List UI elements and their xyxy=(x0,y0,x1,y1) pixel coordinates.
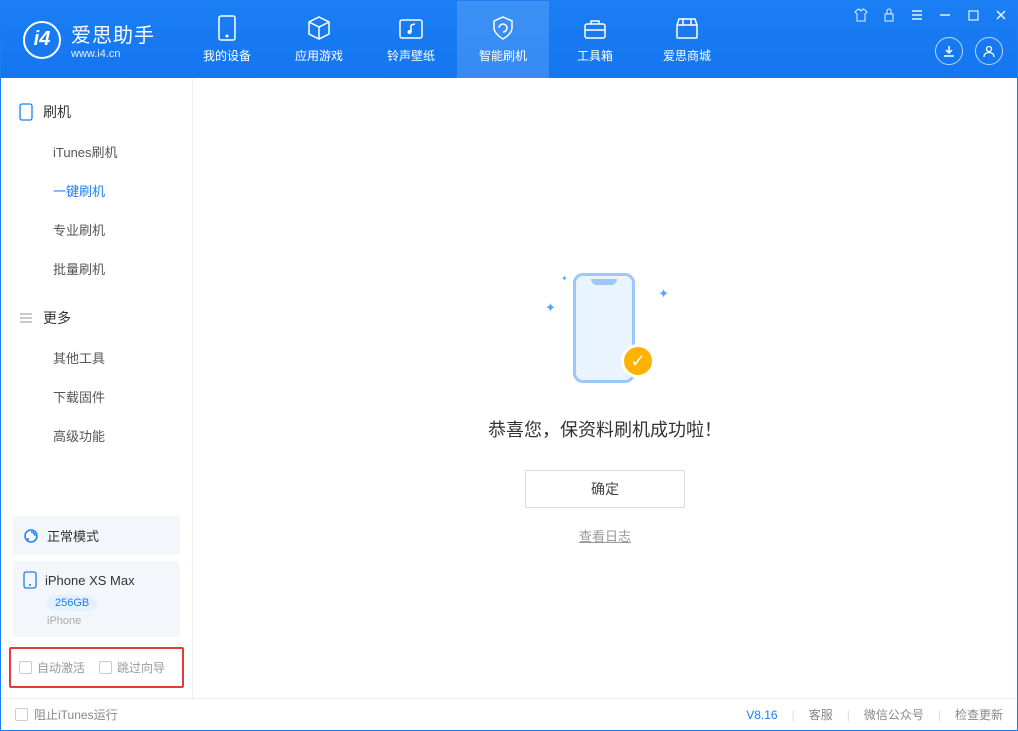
checkbox-label: 跳过向导 xyxy=(117,659,165,676)
device-type: iPhone xyxy=(47,615,170,627)
list-icon xyxy=(19,311,33,325)
mode-label: 正常模式 xyxy=(47,526,99,545)
nav-my-device[interactable]: 我的设备 xyxy=(181,1,273,78)
mode-box[interactable]: 正常模式 xyxy=(13,516,180,555)
ok-button[interactable]: 确定 xyxy=(525,470,685,508)
success-message: 恭喜您，保资料刷机成功啦！ xyxy=(488,416,722,442)
close-icon[interactable] xyxy=(993,7,1009,23)
device-icon xyxy=(214,15,240,41)
download-button[interactable] xyxy=(935,37,963,65)
footer-link-wechat[interactable]: 微信公众号 xyxy=(864,706,924,723)
nav-apps[interactable]: 应用游戏 xyxy=(273,1,365,78)
footer-link-update[interactable]: 检查更新 xyxy=(955,706,1003,723)
sidebar-scroll: 刷机 iTunes刷机 一键刷机 专业刷机 批量刷机 更多 其他工具 下载固件 … xyxy=(1,78,192,510)
app-subtitle: www.i4.cn xyxy=(71,48,155,60)
lock-icon[interactable] xyxy=(881,7,897,23)
nav-label: 我的设备 xyxy=(203,47,251,64)
group-label: 刷机 xyxy=(43,102,71,122)
nav-label: 爱思商城 xyxy=(663,47,711,64)
sidebar-group-more: 更多 xyxy=(1,298,192,338)
sidebar-item-oneclick-flash[interactable]: 一键刷机 xyxy=(1,171,192,210)
sparkle-icon: ✦ xyxy=(658,286,669,302)
sidebar-item-itunes-flash[interactable]: iTunes刷机 xyxy=(1,132,192,171)
titlebar: i4 爱思助手 www.i4.cn 我的设备 应用游戏 铃声壁纸 智能刷机 xyxy=(1,1,1017,78)
sidebar-item-batch-flash[interactable]: 批量刷机 xyxy=(1,249,192,288)
checkbox-box xyxy=(19,661,32,674)
version-label: V8.16 xyxy=(746,708,777,722)
main-content: ✦ ✦ ✦ ✓ 恭喜您，保资料刷机成功啦！ 确定 查看日志 xyxy=(193,78,1017,698)
sparkle-icon: ✦ xyxy=(561,274,568,283)
checkbox-box xyxy=(15,708,28,721)
view-log-link[interactable]: 查看日志 xyxy=(579,526,631,545)
device-box[interactable]: iPhone XS Max 256GB iPhone xyxy=(13,561,180,637)
checkbox-label: 阻止iTunes运行 xyxy=(34,706,118,723)
sidebar-bottom: 正常模式 iPhone XS Max 256GB iPhone 自动激活 xyxy=(1,510,192,698)
logo-icon: i4 xyxy=(23,21,61,59)
nav-label: 应用游戏 xyxy=(295,47,343,64)
checkbox-block-itunes[interactable]: 阻止iTunes运行 xyxy=(15,706,118,723)
checkbox-box xyxy=(99,661,112,674)
menu-icon[interactable] xyxy=(909,7,925,23)
shield-refresh-icon xyxy=(490,15,516,41)
body: 刷机 iTunes刷机 一键刷机 专业刷机 批量刷机 更多 其他工具 下载固件 … xyxy=(1,78,1017,698)
nav-toolbox[interactable]: 工具箱 xyxy=(549,1,641,78)
footer: 阻止iTunes运行 V8.16 | 客服 | 微信公众号 | 检查更新 xyxy=(1,698,1017,730)
success-illustration: ✦ ✦ ✦ ✓ xyxy=(535,268,675,388)
nav-ringtones[interactable]: 铃声壁纸 xyxy=(365,1,457,78)
checkbox-skip-guide[interactable]: 跳过向导 xyxy=(99,659,165,676)
device-capacity-badge: 256GB xyxy=(47,595,97,611)
minimize-icon[interactable] xyxy=(937,7,953,23)
device-phone-icon xyxy=(23,571,37,589)
titlebar-circle-buttons xyxy=(935,37,1003,65)
separator: | xyxy=(847,708,850,722)
logo-text: 爱思助手 www.i4.cn xyxy=(71,19,155,60)
separator: | xyxy=(792,708,795,722)
nav-label: 铃声壁纸 xyxy=(387,47,435,64)
toolbox-icon xyxy=(582,15,608,41)
phone-icon xyxy=(19,103,33,121)
separator: | xyxy=(938,708,941,722)
sidebar-item-advanced[interactable]: 高级功能 xyxy=(1,416,192,455)
checkbox-label: 自动激活 xyxy=(37,659,85,676)
app-title: 爱思助手 xyxy=(71,19,155,48)
shirt-icon[interactable] xyxy=(853,7,869,23)
sidebar-item-download-firmware[interactable]: 下载固件 xyxy=(1,377,192,416)
maximize-icon[interactable] xyxy=(965,7,981,23)
check-badge-icon: ✓ xyxy=(621,344,655,378)
sparkle-icon: ✦ xyxy=(545,300,556,316)
phone-notch xyxy=(591,279,617,285)
logo-area: i4 爱思助手 www.i4.cn xyxy=(1,1,181,78)
top-nav: 我的设备 应用游戏 铃声壁纸 智能刷机 工具箱 爱思商城 xyxy=(181,1,733,78)
sidebar-item-other-tools[interactable]: 其他工具 xyxy=(1,338,192,377)
footer-link-service[interactable]: 客服 xyxy=(809,706,833,723)
nav-label: 工具箱 xyxy=(577,47,613,64)
sidebar: 刷机 iTunes刷机 一键刷机 专业刷机 批量刷机 更多 其他工具 下载固件 … xyxy=(1,78,193,698)
nav-label: 智能刷机 xyxy=(479,47,527,64)
footer-right: V8.16 | 客服 | 微信公众号 | 检查更新 xyxy=(746,706,1003,723)
sidebar-group-flash: 刷机 xyxy=(1,92,192,132)
highlighted-checkbox-row: 自动激活 跳过向导 xyxy=(9,647,184,688)
store-icon xyxy=(674,15,700,41)
device-name: iPhone XS Max xyxy=(45,573,135,588)
sidebar-item-pro-flash[interactable]: 专业刷机 xyxy=(1,210,192,249)
window-controls xyxy=(853,7,1009,23)
cube-icon xyxy=(306,15,332,41)
user-button[interactable] xyxy=(975,37,1003,65)
nav-store[interactable]: 爱思商城 xyxy=(641,1,733,78)
refresh-icon xyxy=(23,528,39,544)
group-label: 更多 xyxy=(43,308,71,328)
checkbox-auto-activate[interactable]: 自动激活 xyxy=(19,659,85,676)
app-window: i4 爱思助手 www.i4.cn 我的设备 应用游戏 铃声壁纸 智能刷机 xyxy=(0,0,1018,731)
music-folder-icon xyxy=(398,15,424,41)
nav-flash[interactable]: 智能刷机 xyxy=(457,1,549,78)
